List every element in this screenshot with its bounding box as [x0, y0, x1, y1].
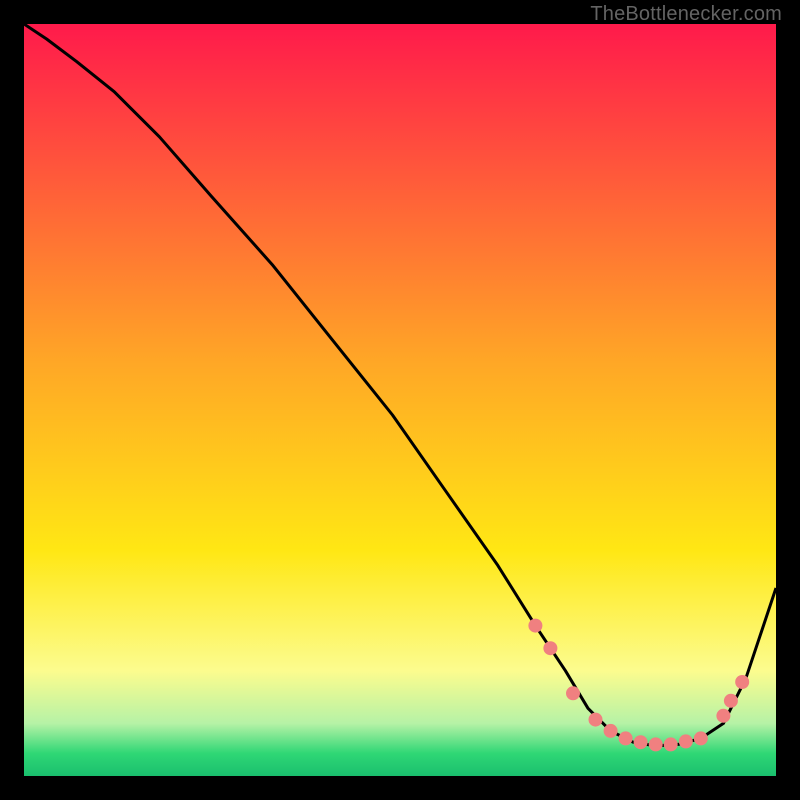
data-marker — [528, 619, 542, 633]
data-marker — [604, 724, 618, 738]
chart-svg — [24, 24, 776, 776]
attribution-text: TheBottlenecker.com — [590, 3, 782, 26]
data-marker — [694, 731, 708, 745]
data-marker — [735, 675, 749, 689]
data-marker — [649, 737, 663, 751]
gradient-background — [24, 24, 776, 776]
data-marker — [634, 735, 648, 749]
data-marker — [724, 694, 738, 708]
data-marker — [679, 734, 693, 748]
data-marker — [716, 709, 730, 723]
data-marker — [589, 713, 603, 727]
plot-area — [24, 24, 776, 776]
data-marker — [566, 686, 580, 700]
figure-frame: TheBottlenecker.com — [0, 0, 800, 800]
data-marker — [543, 641, 557, 655]
data-marker — [664, 737, 678, 751]
data-marker — [619, 731, 633, 745]
